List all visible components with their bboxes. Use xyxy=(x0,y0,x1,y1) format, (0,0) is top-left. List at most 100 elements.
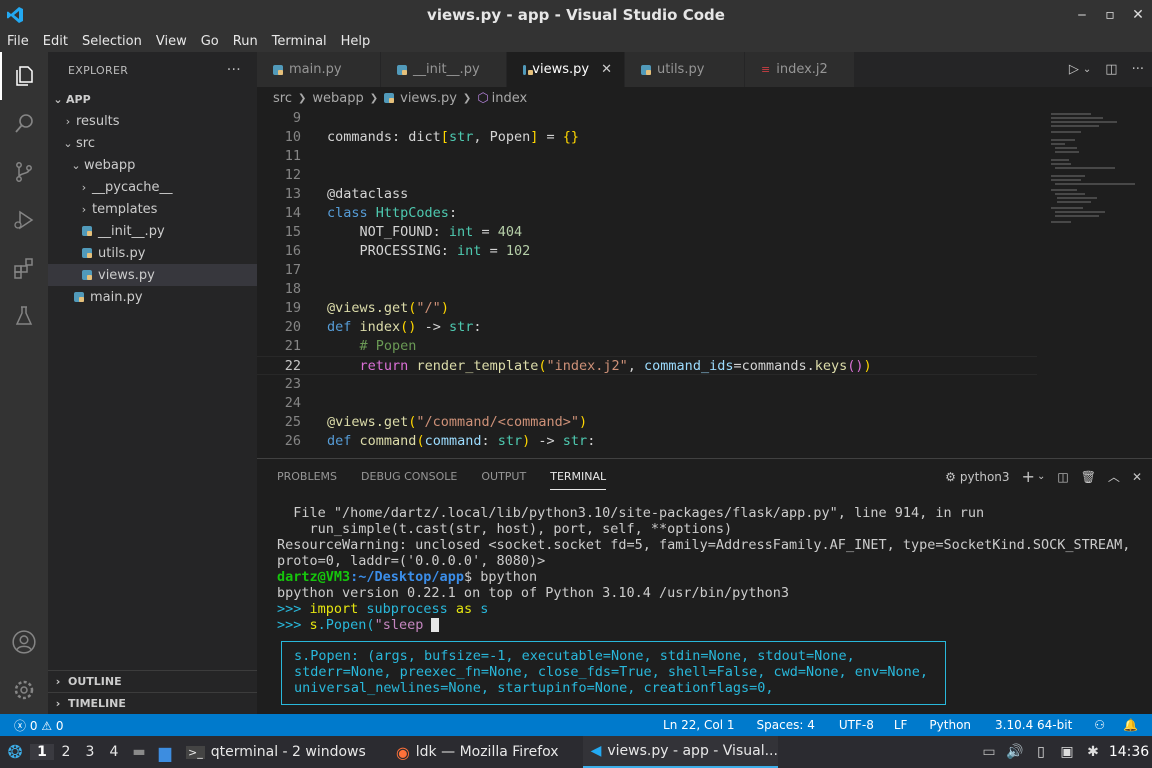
search-icon[interactable] xyxy=(0,100,48,148)
show-desktop-icon[interactable]: ▬ xyxy=(126,744,152,760)
run-debug-icon[interactable] xyxy=(0,196,48,244)
tab-debug-console[interactable]: DEBUG CONSOLE xyxy=(361,470,457,483)
tree-file-init[interactable]: __init__.py xyxy=(48,220,257,242)
volume-icon[interactable]: 🔊 xyxy=(1002,744,1028,760)
close-tab-icon[interactable]: ✕ xyxy=(601,62,612,77)
python-file-icon xyxy=(82,226,92,236)
signature-line: universal_newlines=None, startupinfo=Non… xyxy=(294,680,774,696)
menu-file[interactable]: File xyxy=(0,34,36,49)
terminal-shell-label[interactable]: python3 xyxy=(960,470,1010,484)
network-icon[interactable]: ▣ xyxy=(1054,744,1080,760)
maximize-panel-icon[interactable]: ︿ xyxy=(1108,468,1120,485)
task-qterminal[interactable]: >_ qterminal - 2 windows xyxy=(178,736,374,768)
split-terminal-icon[interactable]: ◫ xyxy=(1057,470,1068,484)
settings-gear-icon[interactable] xyxy=(0,666,48,714)
minimize-icon[interactable]: ‒ xyxy=(1068,7,1096,23)
tab-main-py[interactable]: main.py xyxy=(257,52,381,87)
bluetooth-icon[interactable]: ✱ xyxy=(1080,744,1106,760)
tab-terminal[interactable]: TERMINAL xyxy=(550,470,607,490)
tree-folder-results[interactable]: › results xyxy=(48,110,257,132)
tree-file-main[interactable]: main.py xyxy=(48,286,257,308)
menu-help[interactable]: Help xyxy=(334,34,378,49)
menu-run[interactable]: Run xyxy=(226,34,265,49)
split-editor-icon[interactable]: ◫ xyxy=(1105,62,1117,77)
chevron-right-icon: ❯ xyxy=(462,92,472,104)
tree-folder-pycache[interactable]: › __pycache__ xyxy=(48,176,257,198)
tree-file-views[interactable]: views.py xyxy=(48,264,257,286)
menu-view[interactable]: View xyxy=(149,34,194,49)
code-line: 20 def index() -> str: xyxy=(284,319,482,335)
notes-icon[interactable]: ▯ xyxy=(1028,744,1054,760)
breadcrumb-src[interactable]: src xyxy=(273,91,292,106)
explorer-icon[interactable] xyxy=(0,52,48,100)
code-line: 17 xyxy=(284,262,301,278)
end-of-line[interactable]: LF xyxy=(884,718,918,732)
task-firefox[interactable]: ◉ ldk — Mozilla Firefox xyxy=(388,736,567,768)
notifications-bell-icon[interactable]: 🔔 xyxy=(1115,718,1152,732)
tree-folder-templates[interactable]: › templates xyxy=(48,198,257,220)
firefox-icon: ◉ xyxy=(395,742,410,762)
tab-views-py[interactable]: views.py ✕ xyxy=(507,52,625,87)
taskbar: ❂ 1 2 3 4 ▬ ▆ >_ qterminal - 2 windows ◉ l… xyxy=(0,736,1152,768)
timeline-section[interactable]: › TIMELINE xyxy=(48,692,257,714)
start-menu-icon[interactable]: ❂ xyxy=(0,742,30,763)
tab-problems[interactable]: PROBLEMS xyxy=(277,470,337,483)
workspace-2[interactable]: 2 xyxy=(54,744,78,760)
terminal-icon: >_ xyxy=(186,745,205,759)
terminal-output[interactable]: File "/home/dartz/.local/lib/python3.10/… xyxy=(277,505,1147,633)
task-vscode[interactable]: ◀ views.py - app - Visual... xyxy=(582,736,778,768)
menu-go[interactable]: Go xyxy=(194,34,226,49)
menu-terminal[interactable]: Terminal xyxy=(265,34,334,49)
trash-icon[interactable]: 🗑 xyxy=(1081,470,1096,484)
clipboard-icon[interactable]: ▭ xyxy=(976,744,1002,760)
close-window-icon[interactable]: ✕ xyxy=(1124,7,1152,23)
python-interpreter[interactable]: 3.10.4 64-bit xyxy=(983,718,1084,732)
new-terminal-icon[interactable]: + xyxy=(1022,467,1035,486)
close-panel-icon[interactable]: ✕ xyxy=(1132,470,1142,484)
run-file-icon[interactable]: ▷ xyxy=(1069,62,1079,77)
tab-utils-py[interactable]: utils.py xyxy=(625,52,745,87)
window-title: views.py - app - Visual Studio Code xyxy=(427,6,725,24)
more-actions-icon[interactable]: ··· xyxy=(1132,62,1144,77)
explorer-more-icon[interactable]: ··· xyxy=(227,62,241,78)
vscode-logo-icon xyxy=(7,7,23,23)
menu-selection[interactable]: Selection xyxy=(75,34,149,49)
terminal-line: File "/home/dartz/.local/lib/python3.10/… xyxy=(277,505,985,521)
maximize-icon[interactable]: ▫ xyxy=(1096,7,1124,23)
workspace-1[interactable]: 1 xyxy=(30,744,54,760)
tree-folder-webapp[interactable]: ⌄ webapp xyxy=(48,154,257,176)
breadcrumb-index[interactable]: index xyxy=(492,91,528,106)
minimap[interactable] xyxy=(1049,109,1139,458)
tab-output[interactable]: OUTPUT xyxy=(481,470,526,483)
cursor-position[interactable]: Ln 22, Col 1 xyxy=(655,718,743,732)
feedback-icon[interactable]: ⚇ xyxy=(1084,718,1115,732)
code-editor[interactable]: 9 10 commands: dict[str, Popen] = {} 11 1… xyxy=(257,109,1037,458)
menu-edit[interactable]: Edit xyxy=(36,34,75,49)
encoding[interactable]: UTF-8 xyxy=(829,718,884,732)
chevron-right-icon: ❯ xyxy=(297,92,307,104)
menu-bar: File Edit Selection View Go Run Terminal… xyxy=(0,30,1152,52)
indentation[interactable]: Spaces: 4 xyxy=(743,718,829,732)
testing-icon[interactable] xyxy=(0,292,48,340)
tree-folder-src[interactable]: ⌄ src xyxy=(48,132,257,154)
source-control-icon[interactable] xyxy=(0,148,48,196)
outline-section[interactable]: › OUTLINE xyxy=(48,670,257,692)
workspace-3[interactable]: 3 xyxy=(78,744,102,760)
breadcrumb-views[interactable]: views.py xyxy=(400,91,457,106)
tree-file-utils[interactable]: utils.py xyxy=(48,242,257,264)
tree-root-app[interactable]: ⌄ APP xyxy=(48,88,257,110)
tab-index-j2[interactable]: ≡ index.j2 xyxy=(745,52,855,87)
problems-status[interactable]: ⓧ 0 ⚠ 0 xyxy=(0,717,72,734)
tab-init-py[interactable]: __init__.py xyxy=(381,52,507,87)
chevron-down-icon[interactable]: ⌄ xyxy=(1037,471,1045,482)
terminal-line: run_simple(t.cast(str, host), port, self… xyxy=(277,521,733,537)
breadcrumb-webapp[interactable]: webapp xyxy=(312,91,363,106)
file-manager-icon[interactable]: ▆ xyxy=(152,743,178,762)
clock[interactable]: 14:36 xyxy=(1106,744,1152,760)
chevron-down-icon[interactable]: ⌄ xyxy=(1083,64,1091,75)
language-mode[interactable]: Python xyxy=(917,718,983,732)
accounts-icon[interactable] xyxy=(0,618,48,666)
workspace-4[interactable]: 4 xyxy=(102,744,126,760)
explorer-sidebar: EXPLORER ··· ⌄ APP › results ⌄ src ⌄ webapp … xyxy=(48,52,257,714)
extensions-icon[interactable] xyxy=(0,244,48,292)
